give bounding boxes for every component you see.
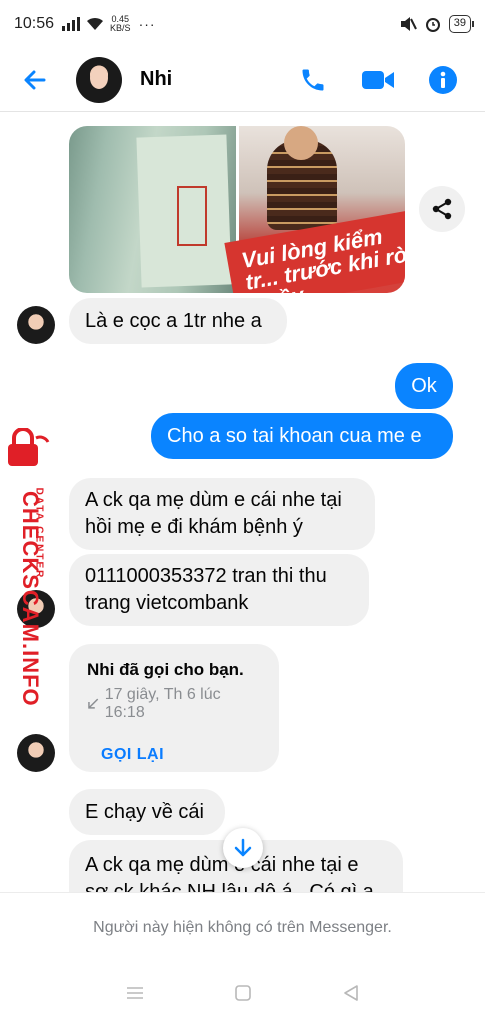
- home-nav-icon[interactable]: [235, 985, 252, 1001]
- call-card-subtitle: 17 giây, Th 6 lúc 16:18: [87, 686, 261, 722]
- contact-avatar[interactable]: [76, 56, 122, 103]
- back-arrow-icon[interactable]: [24, 69, 46, 91]
- contact-avatar-small[interactable]: [17, 306, 55, 344]
- contact-avatar-small[interactable]: [17, 734, 55, 772]
- message-bubble-outgoing[interactable]: Ok: [395, 363, 453, 409]
- conversation-header: Nhi: [0, 48, 485, 112]
- share-button[interactable]: [419, 186, 465, 232]
- bank-counter-photo[interactable]: Vui lòng kiểm tr... trước khi rời Quầy..…: [223, 126, 405, 293]
- share-icon: [432, 198, 452, 220]
- network-speed: 0.45 KB/S: [110, 14, 131, 33]
- status-time: 10:56: [14, 15, 55, 32]
- message-bubble-incoming[interactable]: A ck qa mẹ dùm e cái nhe tại hồi mẹ e đi…: [69, 478, 375, 550]
- video-call-icon[interactable]: [361, 68, 395, 92]
- scroll-to-bottom-button[interactable]: [223, 828, 263, 868]
- cell-signal-icon: [62, 17, 81, 31]
- message-bubble-incoming[interactable]: 0111000353372 tran thi thu trang vietcom…: [69, 554, 369, 626]
- unavailable-notice: Người này hiện không có trên Messenger.: [93, 919, 392, 936]
- menu-nav-icon[interactable]: [126, 986, 144, 1000]
- battery-indicator: 39: [448, 15, 475, 33]
- message-bubble-incoming[interactable]: E chạy về cái: [69, 789, 225, 835]
- alarm-icon: [425, 18, 440, 32]
- watermark: DATA CENTER CHECKSCAM.INFO: [2, 420, 58, 707]
- watermark-title: CHECKSCAM.INFO: [18, 491, 43, 707]
- call-back-button[interactable]: GỌI LẠI: [101, 746, 261, 764]
- back-nav-icon[interactable]: [343, 985, 359, 1001]
- arrow-down-icon: [234, 838, 252, 857]
- contact-name[interactable]: Nhi: [140, 68, 172, 91]
- message-bubble-incoming[interactable]: Là e cọc a 1tr nhe a: [69, 298, 287, 344]
- status-bar: 10:56 0.45 KB/S ··· 39: [0, 0, 485, 48]
- mute-icon: [400, 17, 417, 31]
- wifi-icon: [87, 17, 104, 30]
- system-nav-bar: [0, 962, 485, 1024]
- phone-icon[interactable]: [299, 66, 327, 94]
- lock-icon: [8, 428, 50, 466]
- composer-area: Người này hiện không có trên Messenger.: [0, 892, 485, 1024]
- call-card-title: Nhi đã gọi cho bạn.: [87, 660, 244, 679]
- more-status-icon: ···: [138, 16, 156, 32]
- message-bubble-outgoing[interactable]: Cho a so tai khoan cua me e: [151, 413, 453, 459]
- message-list[interactable]: Vui lòng kiểm tr... trước khi rời Quầy..…: [0, 112, 485, 892]
- shared-photos[interactable]: Vui lòng kiểm tr... trước khi rời Quầy..…: [69, 126, 405, 293]
- incoming-call-arrow-icon: [88, 698, 99, 709]
- receipt-photo[interactable]: [69, 126, 236, 293]
- missed-call-card[interactable]: Nhi đã gọi cho bạn. 17 giây, Th 6 lúc 16…: [69, 644, 279, 772]
- info-icon[interactable]: [429, 65, 457, 94]
